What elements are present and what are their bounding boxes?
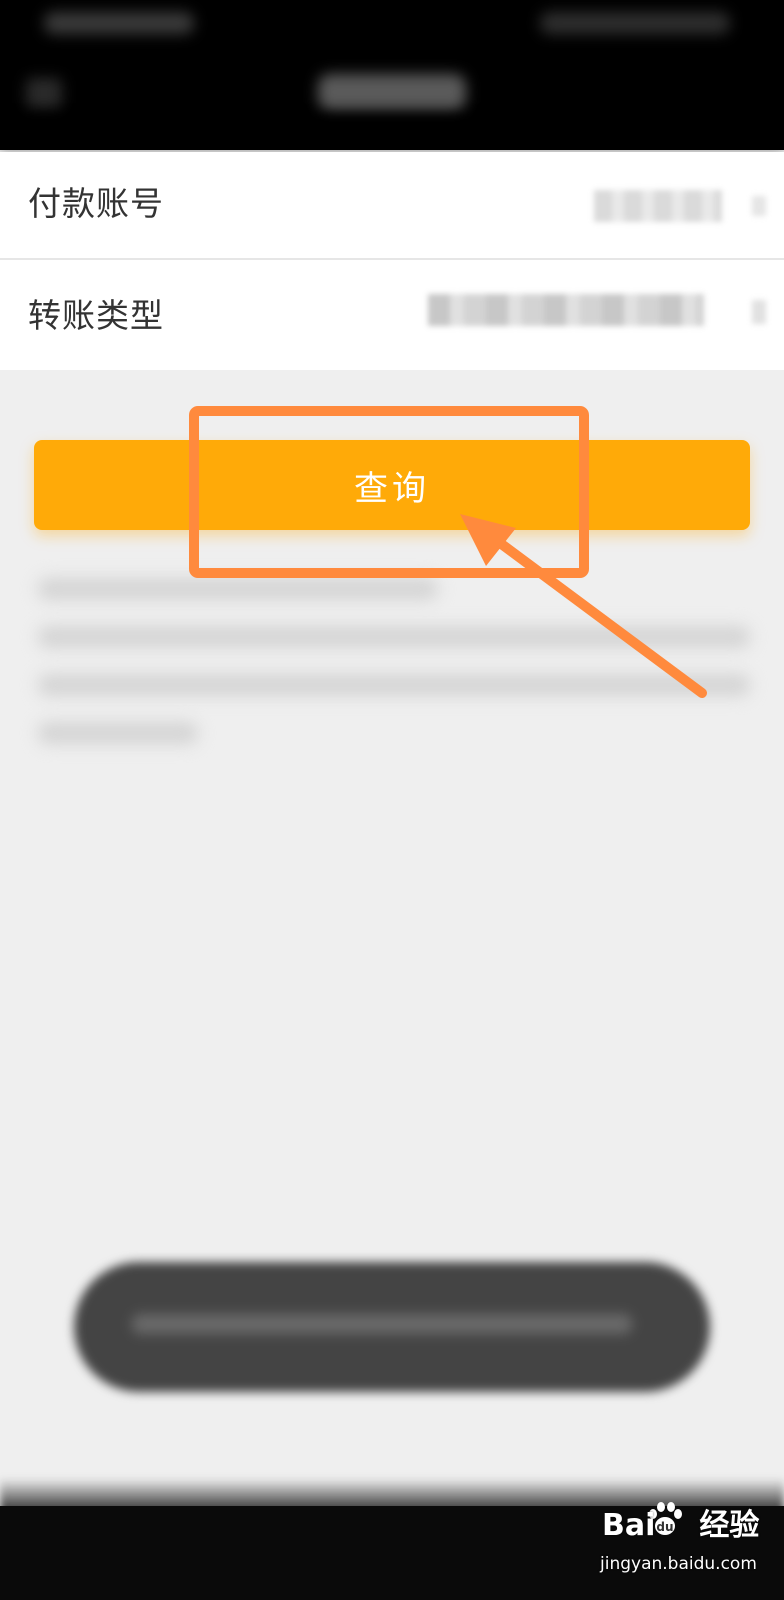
annotation-arrow-icon: [491, 535, 707, 698]
row-divider: [0, 258, 784, 260]
chevron-right-icon: [752, 196, 766, 216]
watermark-url: jingyan.baidu.com: [600, 1554, 757, 1574]
note-text-blurred: [38, 722, 198, 744]
status-bar-left-blurred: [44, 12, 194, 34]
watermark-logo: Bai 经验: [602, 1508, 759, 1544]
transfer-form-card: 付款账号 转账类型: [0, 152, 784, 370]
watermark-brand-cn: 经验: [699, 1508, 760, 1543]
query-button[interactable]: 查询: [34, 440, 750, 530]
note-text-blurred: [38, 674, 750, 696]
transfer-type-label: 转账类型: [28, 296, 164, 335]
status-bar-right-blurred: [540, 12, 730, 34]
transfer-type-value-masked: [428, 294, 704, 326]
page-title-blurred: [318, 74, 466, 110]
toast-message-blurred: [74, 1262, 710, 1392]
watermark-brand: Bai: [602, 1508, 656, 1543]
toast-text-blurred: [132, 1314, 632, 1334]
note-text-blurred: [38, 626, 750, 648]
payment-account-label: 付款账号: [28, 184, 164, 223]
payment-account-row[interactable]: 付款账号: [0, 152, 784, 260]
transfer-type-row[interactable]: 转账类型: [0, 264, 784, 370]
payment-account-value-masked: [594, 190, 722, 222]
note-text-blurred: [38, 578, 438, 600]
chevron-right-icon: [752, 300, 766, 324]
back-icon[interactable]: [26, 78, 62, 108]
watermark: du Bai 经验 jingyan.baidu.com: [596, 1502, 776, 1590]
